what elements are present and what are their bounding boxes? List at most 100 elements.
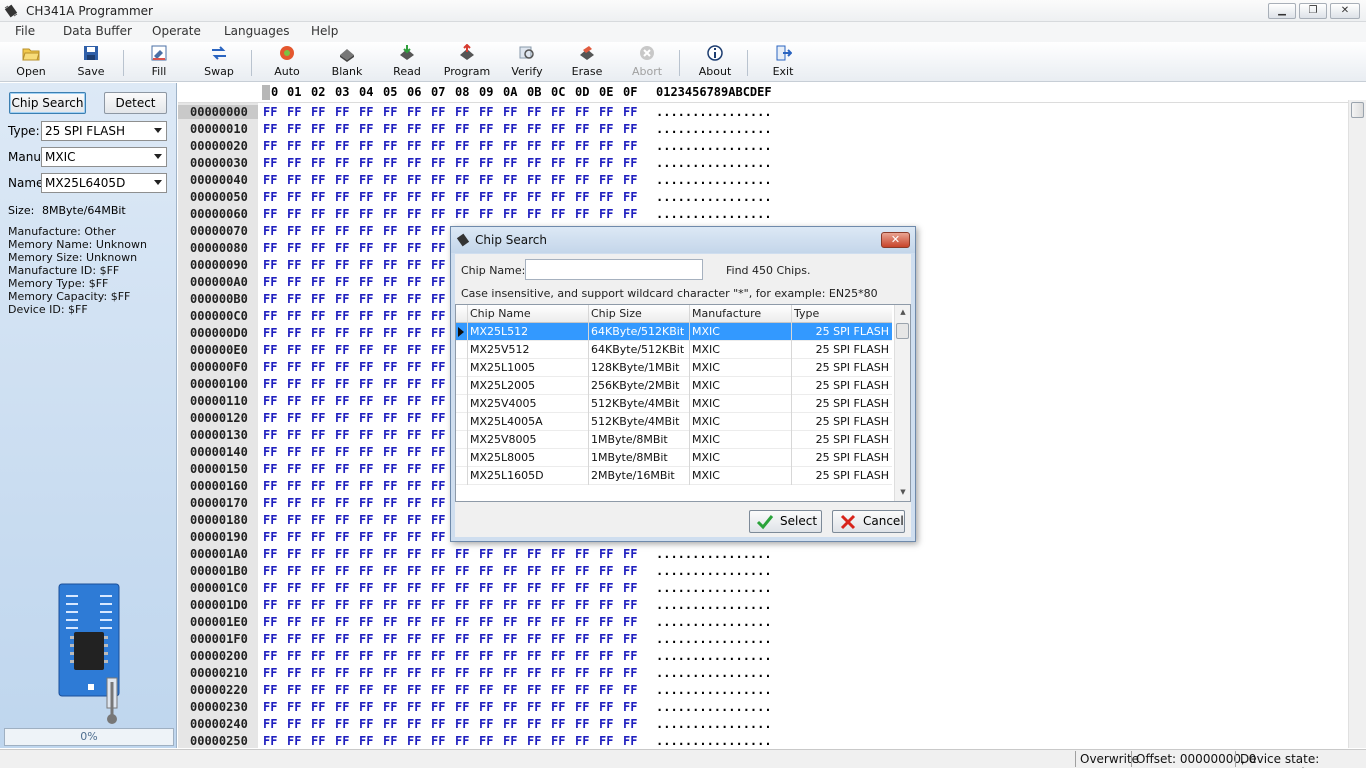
hex-byte[interactable]: FF [527,156,541,170]
hex-byte[interactable]: FF [479,598,493,612]
swap-button[interactable]: Swap [192,42,246,82]
hex-byte[interactable]: FF [455,173,469,187]
hex-byte[interactable]: FF [311,666,325,680]
hex-byte[interactable]: FF [359,700,373,714]
hex-byte[interactable]: FF [479,122,493,136]
hex-byte[interactable]: FF [335,496,349,510]
hex-byte[interactable]: FF [479,666,493,680]
hex-byte[interactable]: FF [335,700,349,714]
hex-byte[interactable]: FF [311,343,325,357]
hex-byte[interactable]: FF [479,139,493,153]
minimize-button[interactable]: ▁ [1268,3,1296,19]
hex-byte[interactable]: FF [407,547,421,561]
hex-byte[interactable]: FF [479,717,493,731]
hex-byte[interactable]: FF [575,683,589,697]
hex-row[interactable]: 00000020 FF FF FF FF FF FF FF FF FF FF FF FF FF FF FF FF… [178,137,1348,154]
hex-byte[interactable]: FF [287,156,301,170]
hex-byte[interactable]: FF [527,700,541,714]
hex-byte[interactable]: FF [431,258,445,272]
hex-byte[interactable]: FF [383,377,397,391]
hex-byte[interactable]: FF [431,649,445,663]
hex-byte[interactable]: FF [551,173,565,187]
column-manufacture[interactable]: Manufacture [692,307,761,320]
hex-byte[interactable]: FF [287,326,301,340]
hex-byte[interactable]: FF [311,564,325,578]
hex-byte[interactable]: FF [431,122,445,136]
hex-byte[interactable]: FF [287,258,301,272]
hex-byte[interactable]: FF [311,581,325,595]
hex-byte[interactable]: FF [599,105,613,119]
hex-byte[interactable]: FF [335,530,349,544]
hex-byte[interactable]: FF [287,717,301,731]
hex-byte[interactable]: FF [311,734,325,748]
cancel-button[interactable]: Cancel [832,510,905,533]
hex-byte[interactable]: FF [455,156,469,170]
hex-byte[interactable]: FF [335,360,349,374]
hex-byte[interactable]: FF [407,173,421,187]
hex-row[interactable]: 00000000 FF FF FF FF FF FF FF FF FF FF FF FF FF FF FF FF… [178,103,1348,120]
hex-byte[interactable]: FF [551,598,565,612]
hex-byte[interactable]: FF [599,139,613,153]
hex-byte[interactable]: FF [263,581,277,595]
hex-byte[interactable]: FF [383,173,397,187]
hex-byte[interactable]: FF [599,156,613,170]
hex-byte[interactable]: FF [335,428,349,442]
hex-byte[interactable]: FF [551,547,565,561]
hex-byte[interactable]: FF [287,139,301,153]
hex-byte[interactable]: FF [527,207,541,221]
hex-byte[interactable]: FF [623,190,637,204]
hex-byte[interactable]: FF [431,666,445,680]
hex-byte[interactable]: FF [383,394,397,408]
hex-byte[interactable]: FF [383,530,397,544]
hex-byte[interactable]: FF [359,496,373,510]
table-row[interactable]: MX25L512 64KByte/512KBit MXIC 25 SPI FLASH [456,323,892,341]
hex-byte[interactable]: FF [623,581,637,595]
hex-byte[interactable]: FF [479,547,493,561]
hex-byte[interactable]: FF [407,530,421,544]
hex-byte[interactable]: FF [263,224,277,238]
hex-byte[interactable]: FF [455,700,469,714]
hex-byte[interactable]: FF [479,581,493,595]
hex-byte[interactable]: FF [527,598,541,612]
hex-byte[interactable]: FF [287,666,301,680]
hex-byte[interactable]: FF [503,139,517,153]
hex-byte[interactable]: FF [383,632,397,646]
hex-byte[interactable]: FF [263,326,277,340]
chip-results-table[interactable]: Chip Name Chip Size Manufacture Type MX2… [455,304,911,502]
hex-byte[interactable]: FF [599,700,613,714]
hex-byte[interactable]: FF [479,615,493,629]
hex-byte[interactable]: FF [335,564,349,578]
hex-byte[interactable]: FF [455,207,469,221]
hex-byte[interactable]: FF [359,598,373,612]
select-button[interactable]: Select [749,510,822,533]
hex-byte[interactable]: FF [575,105,589,119]
type-select[interactable]: 25 SPI FLASH [41,121,167,141]
hex-byte[interactable]: FF [383,360,397,374]
hex-byte[interactable]: FF [359,156,373,170]
hex-byte[interactable]: FF [479,173,493,187]
hex-byte[interactable]: FF [527,683,541,697]
menu-languages[interactable]: Languages [224,24,289,38]
hex-byte[interactable]: FF [383,292,397,306]
hex-row[interactable]: 00000030 FF FF FF FF FF FF FF FF FF FF FF FF FF FF FF FF… [178,154,1348,171]
hex-byte[interactable]: FF [407,122,421,136]
hex-byte[interactable]: FF [383,343,397,357]
hex-row[interactable]: 00000010 FF FF FF FF FF FF FF FF FF FF FF FF FF FF FF FF… [178,120,1348,137]
hex-byte[interactable]: FF [479,649,493,663]
hex-byte[interactable]: FF [287,309,301,323]
hex-byte[interactable]: FF [527,122,541,136]
hex-byte[interactable]: FF [551,564,565,578]
hex-byte[interactable]: FF [479,683,493,697]
hex-byte[interactable]: FF [575,666,589,680]
hex-byte[interactable]: FF [335,462,349,476]
manufacturer-select[interactable]: MXIC [41,147,167,167]
hex-byte[interactable]: FF [263,598,277,612]
hex-byte[interactable]: FF [383,496,397,510]
hex-byte[interactable]: FF [407,394,421,408]
hex-byte[interactable]: FF [575,139,589,153]
hex-byte[interactable]: FF [575,598,589,612]
hex-byte[interactable]: FF [527,666,541,680]
hex-byte[interactable]: FF [263,513,277,527]
hex-byte[interactable]: FF [263,105,277,119]
hex-byte[interactable]: FF [527,139,541,153]
